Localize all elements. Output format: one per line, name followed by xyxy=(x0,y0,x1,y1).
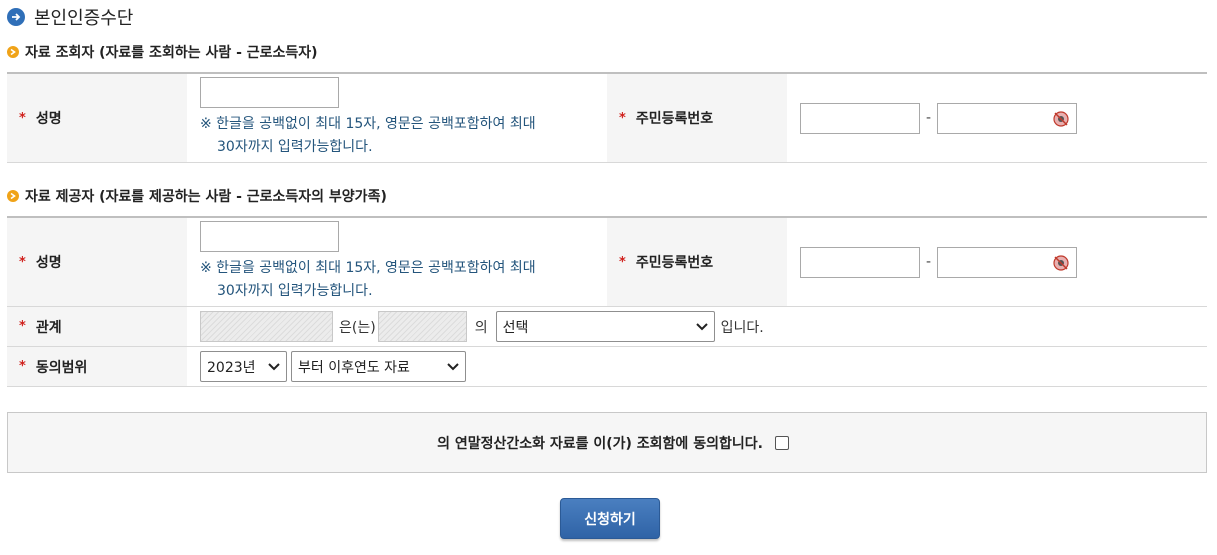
provider-name-header: * 성명 xyxy=(7,218,187,306)
provider-section-title-text: 자료 제공자 (자료를 제공하는 사람 - 근로소득자의 부양가족) xyxy=(25,189,387,205)
viewer-name-cell: ※ 한글을 공백없이 최대 15자, 영문은 공백포함하여 최대 30자까지 입… xyxy=(187,74,607,162)
provider-name-display xyxy=(200,311,333,342)
provider-relation-header: * 관계 xyxy=(7,307,187,346)
viewer-name-input[interactable] xyxy=(200,77,339,108)
provider-scope-header: * 동의범위 xyxy=(7,347,187,386)
provider-name-note: ※ 한글을 공백없이 최대 15자, 영문은 공백포함하여 최대 30자까지 입… xyxy=(200,257,607,303)
provider-ssn-separator: - xyxy=(926,254,932,270)
provider-section-title: 자료 제공자 (자료를 제공하는 사람 - 근로소득자의 부양가족) xyxy=(7,186,387,206)
required-mark: * xyxy=(619,254,626,270)
arrow-right-circle-icon xyxy=(7,8,25,26)
relation-text-imnida: 입니다. xyxy=(720,319,764,336)
page-title-text: 본인인증수단 xyxy=(34,8,134,29)
viewer-name-note-line2: 30자까지 입력가능합니다. xyxy=(217,139,373,155)
relation-select-value: 선택 xyxy=(502,319,529,336)
relation-select[interactable]: 선택 xyxy=(495,311,715,342)
chevron-down-icon xyxy=(695,323,708,331)
viewer-ssn-cell: - xyxy=(787,74,1078,162)
viewer-section-title: 자료 조회자 (자료를 조회하는 사람 - 근로소득자) xyxy=(7,42,318,62)
scope-year-value: 2023년 xyxy=(207,359,256,376)
provider-scope-row: * 동의범위 2023년 부터 이후연도 자료 xyxy=(7,347,1207,387)
viewer-name-header: * 성명 xyxy=(7,74,187,162)
viewer-ssn-header: * 주민등록번호 xyxy=(607,74,787,162)
chevron-down-icon xyxy=(447,363,459,371)
scope-range-select[interactable]: 부터 이후연도 자료 xyxy=(291,351,466,382)
required-mark: * xyxy=(619,110,626,126)
provider-ssn-header: * 주민등록번호 xyxy=(607,218,787,306)
required-mark: * xyxy=(19,110,26,126)
provider-relation-label: 관계 xyxy=(35,319,62,336)
viewer-ssn-separator: - xyxy=(926,110,932,126)
page-title: 본인인증수단 xyxy=(7,4,133,30)
provider-scope-cell: 2023년 부터 이후연도 자료 xyxy=(187,347,466,386)
viewer-ssn-label: 주민등록번호 xyxy=(635,111,714,127)
viewer-name-note: ※ 한글을 공백없이 최대 15자, 영문은 공백포함하여 최대 30자까지 입… xyxy=(200,113,607,159)
agreement-text: 의 연말정산간소화 자료를 이(가) 조회함에 동의합니다. xyxy=(437,435,763,452)
provider-name-row: * 성명 ※ 한글을 공백없이 최대 15자, 영문은 공백포함하여 최대 30… xyxy=(7,218,1207,307)
provider-ssn-label: 주민등록번호 xyxy=(635,255,714,271)
scope-year-select[interactable]: 2023년 xyxy=(200,351,287,382)
required-mark: * xyxy=(19,254,26,270)
relation-text-ui: 의 xyxy=(474,319,488,336)
viewer-row: * 성명 ※ 한글을 공백없이 최대 15자, 영문은 공백포함하여 최대 30… xyxy=(7,74,1207,163)
viewer-name-note-line1: ※ 한글을 공백없이 최대 15자, 영문은 공백포함하여 최대 xyxy=(200,116,536,132)
provider-name-note-line2: 30자까지 입력가능합니다. xyxy=(217,283,373,299)
viewer-ssn-back-wrapper xyxy=(937,102,1078,134)
bullet-icon xyxy=(7,190,19,202)
relation-text-eun: 은(는) xyxy=(339,319,376,336)
provider-name-label: 성명 xyxy=(35,255,62,271)
agreement-box: 의 연말정산간소화 자료를 이(가) 조회함에 동의합니다. xyxy=(7,412,1207,473)
bullet-icon xyxy=(7,46,19,58)
provider-name-cell: ※ 한글을 공백없이 최대 15자, 영문은 공백포함하여 최대 30자까지 입… xyxy=(187,218,607,306)
provider-ssn-cell: - xyxy=(787,218,1078,306)
provider-ssn-back-wrapper xyxy=(937,246,1078,278)
submit-button[interactable]: 신청하기 xyxy=(560,498,660,539)
required-mark: * xyxy=(19,319,26,334)
viewer-ssn-front-input[interactable] xyxy=(800,102,920,134)
provider-ssn-front-input[interactable] xyxy=(800,246,920,278)
scope-range-value: 부터 이후연도 자료 xyxy=(298,359,410,376)
viewer-name-label: 성명 xyxy=(35,111,62,127)
required-mark: * xyxy=(19,359,26,374)
provider-name-input[interactable] xyxy=(200,221,339,252)
provider-relation-row: * 관계 은(는) 의 선택 입니다. xyxy=(7,307,1207,347)
viewer-section-title-text: 자료 조회자 (자료를 조회하는 사람 - 근로소득자) xyxy=(25,45,318,61)
provider-scope-label: 동의범위 xyxy=(35,359,88,376)
eye-icon[interactable] xyxy=(1052,254,1070,272)
provider-name-note-line1: ※ 한글을 공백없이 최대 15자, 영문은 공백포함하여 최대 xyxy=(200,260,536,276)
provider-relation-cell: 은(는) 의 선택 입니다. xyxy=(187,307,770,346)
chevron-down-icon xyxy=(268,363,280,371)
viewer-table: * 성명 ※ 한글을 공백없이 최대 15자, 영문은 공백포함하여 최대 30… xyxy=(7,72,1207,163)
eye-icon[interactable] xyxy=(1052,110,1070,128)
viewer-name-display xyxy=(377,311,467,342)
provider-table: * 성명 ※ 한글을 공백없이 최대 15자, 영문은 공백포함하여 최대 30… xyxy=(7,216,1207,387)
agreement-checkbox[interactable] xyxy=(774,435,789,450)
